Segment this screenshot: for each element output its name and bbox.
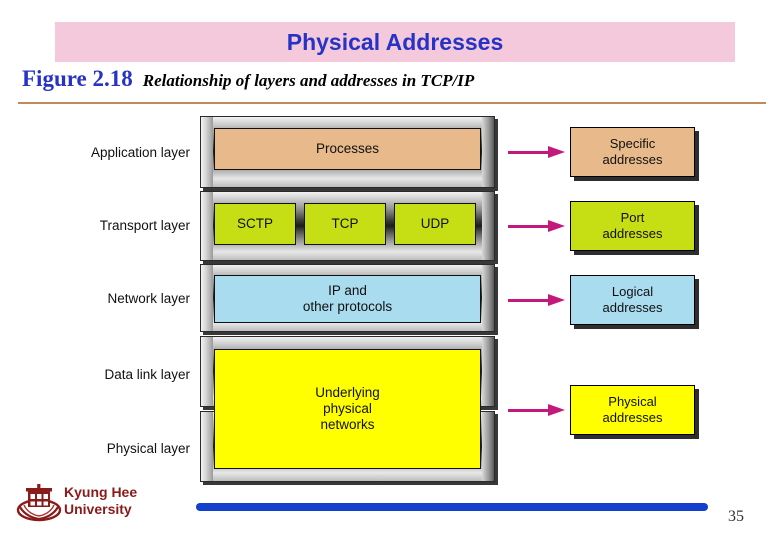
caption-divider	[18, 102, 766, 104]
bar-edge-left	[201, 265, 213, 331]
tcp-box: TCP	[304, 203, 386, 245]
bar-edge-left	[201, 117, 213, 187]
arrow-head-icon	[548, 294, 565, 306]
page-number: 35	[728, 508, 744, 525]
arrow-shaft	[508, 151, 552, 154]
kyung-hee-crest-icon	[16, 484, 62, 522]
arrow-shaft	[508, 299, 552, 302]
arrow-to-specific-addresses	[508, 146, 566, 158]
logical-addresses-label: Logical addresses	[602, 284, 663, 315]
layer-label-network: Network layer	[8, 290, 190, 308]
layer-label-text: Physical layer	[106, 441, 190, 456]
bar-edge-right	[482, 117, 494, 187]
layer-label-application: Application layer	[8, 144, 190, 162]
physical-addresses-label: Physical addresses	[602, 394, 663, 425]
arrow-head-icon	[548, 404, 565, 416]
physical-addresses-box: Physical addresses	[570, 385, 695, 435]
layer-label-physical: Physical layer	[8, 440, 190, 458]
arrow-shaft	[508, 409, 552, 412]
sctp-box-label: SCTP	[236, 216, 273, 232]
figure-title: Relationship of layers and addresses in …	[142, 71, 475, 90]
arrow-head-icon	[548, 146, 565, 158]
arrow-to-physical-addresses	[508, 404, 566, 416]
udp-box: UDP	[394, 203, 476, 245]
layer-label-text: Transport layer	[99, 218, 190, 233]
layer-label-datalink: Data link layer	[8, 366, 190, 384]
slide-title-banner: Physical Addresses	[55, 22, 735, 62]
sctp-box: SCTP	[214, 203, 296, 245]
underlying-networks-box: Underlying physical networks	[214, 349, 481, 469]
ip-protocols-box-label: IP and other protocols	[302, 283, 393, 314]
layer-label-transport: Transport layer	[8, 217, 190, 235]
arrow-head-icon	[548, 220, 565, 232]
slide-canvas: Physical Addresses Figure 2.18 Relationsh…	[0, 0, 780, 540]
university-name: Kyung Hee University	[64, 484, 138, 517]
bar-edge-left	[201, 192, 213, 260]
layer-label-text: Network layer	[107, 291, 190, 306]
port-addresses-box: Port addresses	[570, 201, 695, 251]
layer-label-text: Application layer	[90, 145, 190, 160]
footer-accent-bar	[196, 503, 708, 511]
processes-box: Processes	[214, 128, 481, 170]
processes-box-label: Processes	[315, 141, 380, 157]
arrow-shaft	[508, 225, 552, 228]
page-title: Physical Addresses	[286, 29, 504, 55]
logical-addresses-box: Logical addresses	[570, 275, 695, 325]
bar-edge-right	[482, 412, 494, 481]
arrow-to-logical-addresses	[508, 294, 566, 306]
university-logo: Kyung Hee University	[16, 481, 196, 526]
underlying-networks-box-label: Underlying physical networks	[315, 385, 380, 432]
layer-label-text: Data link layer	[104, 367, 190, 382]
tcp-box-label: TCP	[331, 216, 359, 232]
figure-label: Figure 2.18	[22, 66, 133, 91]
ip-protocols-box: IP and other protocols	[214, 275, 481, 323]
bar-edge-left	[201, 337, 213, 406]
udp-box-label: UDP	[420, 216, 450, 232]
tcpip-layers-diagram: Application layer Transport layer Networ…	[0, 108, 780, 488]
bar-edge-right	[482, 265, 494, 331]
specific-addresses-box: Specific addresses	[570, 127, 695, 177]
port-addresses-label: Port addresses	[602, 210, 663, 241]
figure-caption: Figure 2.18 Relationship of layers and ad…	[22, 66, 474, 96]
bar-edge-right	[482, 337, 494, 406]
bar-edge-right	[482, 192, 494, 260]
arrow-to-port-addresses	[508, 220, 566, 232]
bar-edge-left	[201, 412, 213, 481]
specific-addresses-label: Specific addresses	[602, 136, 663, 167]
